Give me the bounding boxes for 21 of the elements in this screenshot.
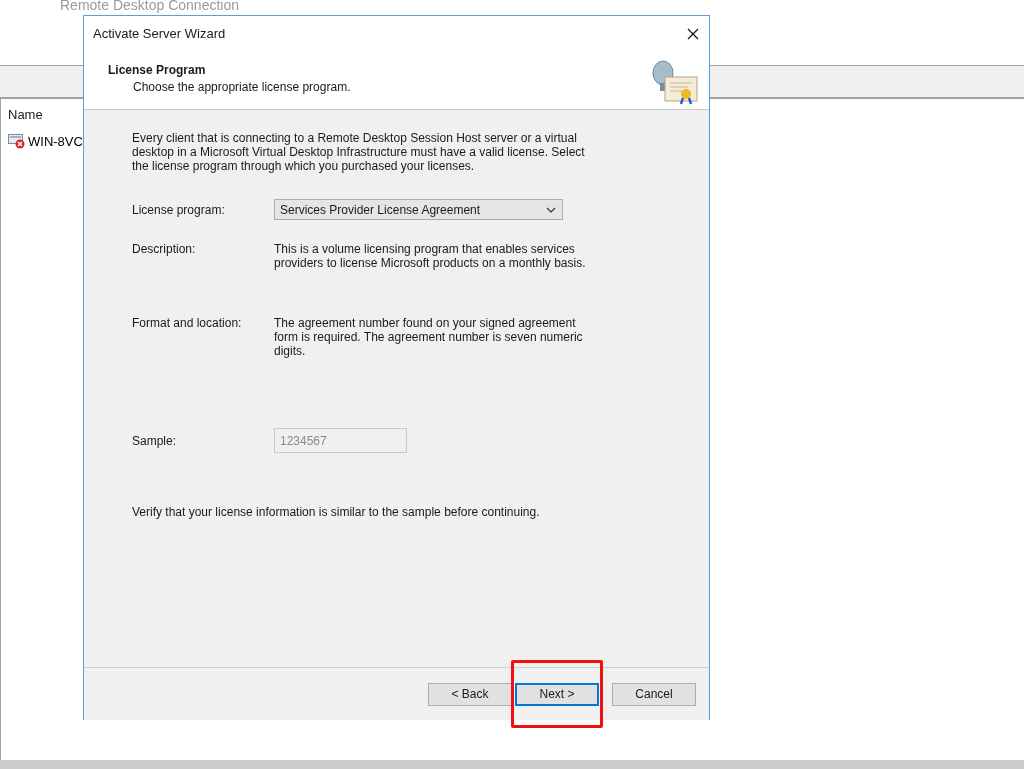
wizard-button[interactable]: Cancel	[612, 682, 696, 706]
verify-note: Verify that your license information is similar to the sample before continuing.	[132, 505, 541, 519]
field-label: Format and location:	[132, 316, 243, 332]
page-heading: License Program	[108, 63, 207, 77]
license-dropdown[interactable]: Services Provider License Agreement	[274, 199, 563, 220]
intro-paragraph: Every client that is connecting to a Remote Desktop Session Host server or a virtual desktop in a Microsoft Virtual Desktop Infrastructure must have a valid license. Select the license program through which you purchased your licenses.	[132, 131, 586, 173]
window-title: Remote Desktop Connection	[60, 0, 239, 13]
field-value: The agreement number found on your signed agreement form is required. The agreement number is seven numeric digits.	[274, 316, 584, 358]
server-error-icon	[8, 133, 26, 149]
column-header: Name	[8, 107, 43, 122]
close-icon[interactable]	[687, 27, 699, 40]
server-item[interactable]: WIN-8VC	[28, 133, 83, 149]
field-value: This is a volume licensing program that enables services providers to license Microsoft products on a monthly basis.	[274, 242, 587, 270]
field-label: Description:	[132, 242, 197, 258]
field-label: License program:	[132, 202, 226, 217]
wizard-button[interactable]: Next >	[515, 682, 599, 706]
chevron-down-icon	[546, 206, 556, 213]
dialog-title: Activate Server Wizard	[93, 26, 226, 41]
page-subheading: Choose the appropriate license program.	[132, 80, 351, 94]
field-label: Sample:	[132, 433, 178, 448]
wizard-button[interactable]: < Back	[428, 682, 512, 706]
